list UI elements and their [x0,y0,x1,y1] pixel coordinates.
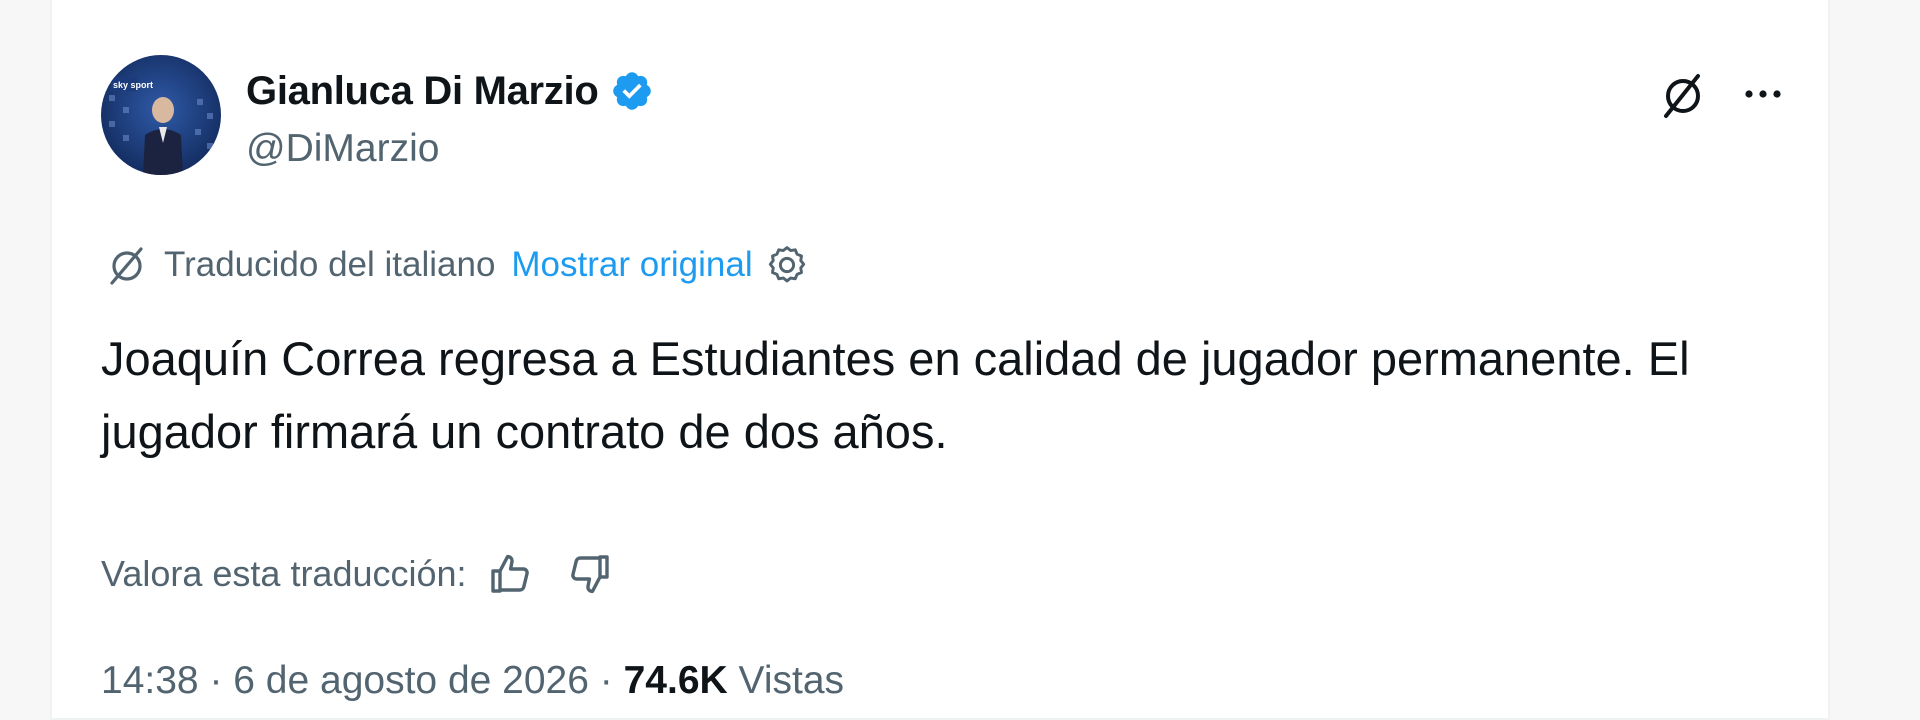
avatar[interactable]: sky sport [101,55,221,175]
views-spacer [728,659,739,703]
tweet-time[interactable]: 14:38 [101,659,199,703]
meta-separator: · [198,659,234,702]
avatar-image: sky sport [101,55,221,175]
translate-icon [110,247,143,285]
thumbs-up-icon[interactable] [487,550,535,598]
thumbs-down-icon[interactable] [565,550,613,598]
views-label: Vistas [738,659,845,702]
meta-separator: · [588,659,624,702]
author-display-name[interactable]: Gianluca Di Marzio [246,69,599,114]
avatar-logo-text: sky sport [113,80,153,90]
tweet-meta: 14:38 · 6 de agosto de 2026 · 74.6K Vist… [101,659,844,703]
rate-translation-row: Valora esta traducción: [101,547,613,601]
show-original-link[interactable]: Mostrar original [511,245,752,285]
verified-badge-icon [613,72,652,110]
translation-row: Traducido del italiano Mostrar original [104,240,809,290]
grok-icon[interactable] [1657,69,1709,121]
more-options-icon[interactable] [1737,68,1789,120]
rate-translation-label: Valora esta traducción: [101,553,467,594]
tweet-text: Joaquín Correa regresa a Estudiantes en … [101,332,1690,458]
views-count: 74.6K [623,659,728,702]
tweet-card: sky sport Gianluca Di Marzio @DiMarzio T… [50,0,1830,720]
author-handle[interactable]: @DiMarzio [246,127,439,171]
settings-gear-icon[interactable] [765,243,809,287]
tweet-date[interactable]: 6 de agosto de 2026 [233,659,589,703]
translated-from-label: Traducido del italiano [164,245,496,284]
